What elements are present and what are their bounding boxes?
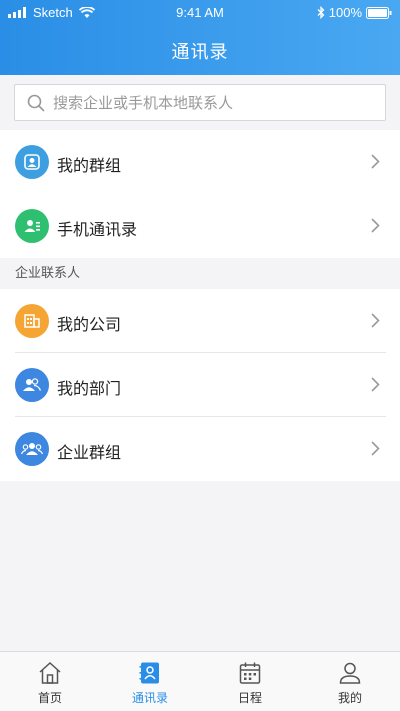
battery-icon [366, 6, 392, 19]
list-item-label: 手机通讯录 [57, 220, 138, 239]
calendar-icon [239, 662, 261, 684]
list-item-phone-contacts[interactable]: 手机通讯录 [0, 194, 400, 258]
list-item-enterprise-groups[interactable]: 企业群组 [0, 417, 400, 481]
tab-label: 通讯录 [131, 691, 168, 705]
chevron-right-icon [371, 377, 380, 392]
contact-card-icon [15, 209, 49, 243]
list-item-my-company[interactable]: 我的公司 [0, 289, 400, 353]
chevron-right-icon [371, 218, 380, 233]
tab-label: 日程 [237, 691, 262, 705]
user-icon [339, 662, 361, 684]
app-header: Sketch 9:41 AM 100% 通讯录 [0, 0, 400, 75]
enterprise-group-icon [15, 432, 49, 466]
tab-label: 我的 [337, 691, 362, 705]
contacts-book-icon [139, 662, 159, 684]
search-input[interactable] [53, 93, 353, 112]
list-item-label: 企业群组 [57, 443, 122, 462]
top-contacts-group: 我的群组 手机通讯录 [0, 130, 400, 258]
chevron-right-icon [371, 313, 380, 328]
tab-contacts[interactable]: 通讯录 [100, 652, 200, 711]
group-icon [15, 145, 49, 179]
search-icon [27, 94, 45, 112]
search-box[interactable] [14, 84, 386, 121]
chevron-right-icon [371, 154, 380, 169]
enterprise-contacts-group: 我的公司 我的部门 企业群组 [0, 289, 400, 481]
tab-home[interactable]: 首页 [0, 652, 100, 711]
bluetooth-icon [317, 6, 325, 19]
home-icon [39, 661, 61, 684]
status-right: 100% [317, 5, 392, 20]
page-title: 通讯录 [171, 42, 229, 63]
chevron-right-icon [371, 441, 380, 456]
list-item-label: 我的群组 [57, 156, 122, 175]
list-item-label: 我的部门 [57, 379, 122, 398]
list-item-my-department[interactable]: 我的部门 [0, 353, 400, 417]
search-area [0, 75, 400, 128]
section-header-enterprise: 企业联系人 [0, 259, 400, 289]
tab-label: 首页 [37, 691, 62, 705]
list-item-my-groups[interactable]: 我的群组 [0, 130, 400, 194]
building-icon [15, 304, 49, 338]
tab-me[interactable]: 我的 [300, 652, 400, 711]
list-item-label: 我的公司 [57, 315, 122, 334]
battery-percent: 100% [328, 5, 362, 20]
tab-schedule[interactable]: 日程 [200, 652, 300, 711]
people-icon [15, 368, 49, 402]
tab-bar: 首页 通讯录 日程 我的 [0, 651, 400, 711]
status-bar: Sketch 9:41 AM 100% [0, 0, 400, 26]
